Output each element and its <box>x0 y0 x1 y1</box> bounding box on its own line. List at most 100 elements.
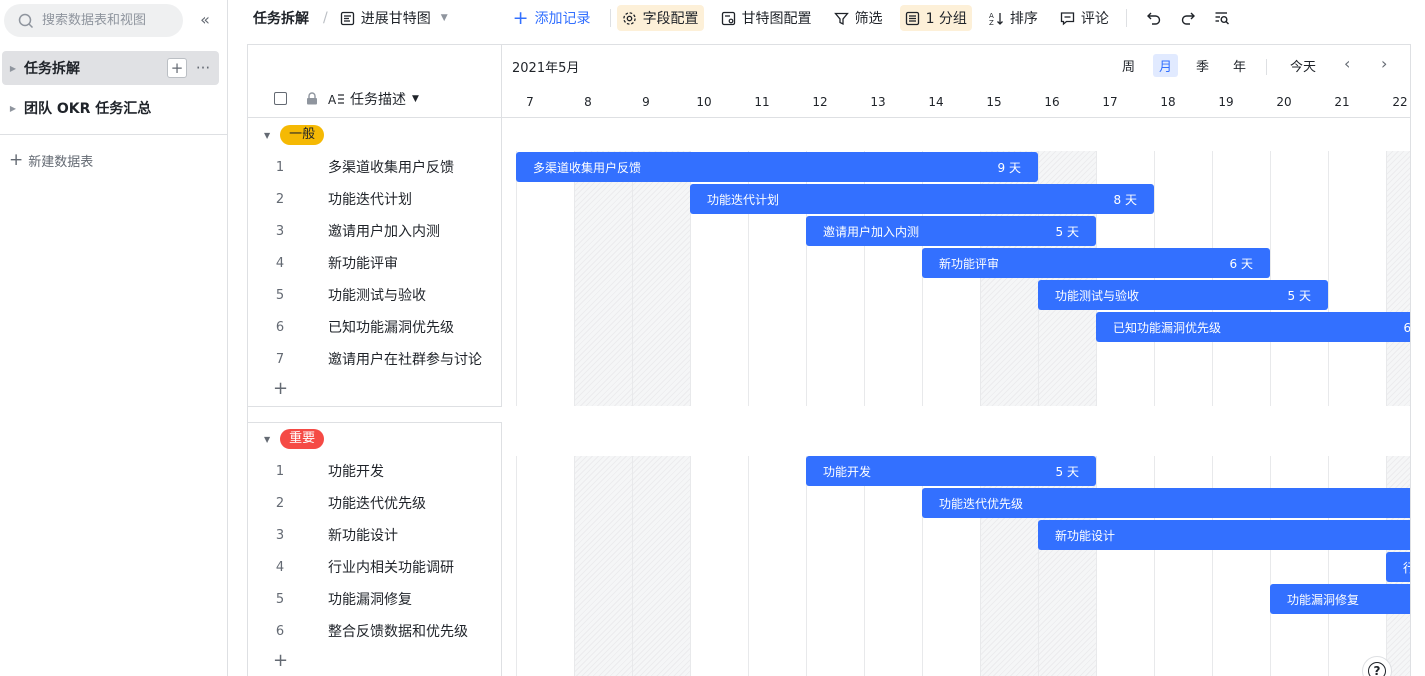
day-column <box>632 118 690 676</box>
search-icon <box>18 13 34 28</box>
redo-icon <box>1181 12 1195 25</box>
table-title: 任务拆解 <box>253 11 309 27</box>
gantt-bar[interactable]: 功能漏洞修复 <box>1270 584 1410 614</box>
day-column <box>574 118 632 676</box>
group-header[interactable]: ▼ 一般 <box>248 119 502 151</box>
caret-down-icon[interactable]: ▼ <box>264 435 270 444</box>
row-number: 7 <box>275 351 285 367</box>
gantt-bar[interactable]: 已知功能漏洞优先级 6 天 <box>1096 312 1411 342</box>
toolbar-divider <box>609 9 611 27</box>
field-config-button[interactable]: 字段配置 <box>616 5 704 31</box>
task-description: 功能迭代计划 <box>328 192 412 208</box>
group-tag: 一般 <box>280 125 325 145</box>
new-table-button[interactable]: + 新建数据表 <box>9 150 93 170</box>
today-button[interactable]: 今天 <box>1290 56 1316 75</box>
sort-icon: AZ <box>989 12 1003 26</box>
day-column <box>516 118 574 676</box>
day-label: 9 <box>642 95 650 109</box>
search-records-button[interactable] <box>1209 5 1235 31</box>
sidebar-item-task-breakdown[interactable]: ▶ 任务拆解 + ··· <box>2 51 219 85</box>
text-field-icon: A <box>328 93 344 106</box>
month-label: 2021年5月 <box>512 61 580 76</box>
table-row[interactable]: 7 邀请用户在社群参与讨论 <box>248 343 502 375</box>
day-label: 21 <box>1334 95 1350 109</box>
bar-label: 行 <box>1403 559 1410 576</box>
day-label: 12 <box>812 95 828 109</box>
task-description: 整合反馈数据和优先级 <box>328 624 468 640</box>
chevron-left-icon[interactable]: ‹ <box>1344 54 1350 73</box>
redo-button[interactable] <box>1175 5 1201 31</box>
help-icon: ? <box>1368 662 1386 676</box>
row-number: 6 <box>275 623 285 639</box>
group-label: 1 分组 <box>925 11 967 27</box>
day-label: 14 <box>928 95 944 109</box>
group-tag: 重要 <box>280 429 325 449</box>
chevron-right-icon[interactable]: ▶ <box>2 104 24 113</box>
sidebar-item-actions: + ··· <box>167 58 213 78</box>
gantt-bar[interactable]: 新功能设计 <box>1038 520 1410 550</box>
table-row[interactable]: 5 功能漏洞修复 <box>248 583 502 615</box>
table-row[interactable]: 4 新功能评审 <box>248 247 502 279</box>
gantt-view: 多渠道收集用户反馈 9 天功能迭代计划 8 天邀请用户加入内测 5 天新功能评审 6 天… <box>247 44 1411 676</box>
view-switcher[interactable]: 进展甘特图 ▼ <box>340 8 448 28</box>
row-number: 1 <box>275 159 285 175</box>
caret-down-icon[interactable]: ▼ <box>412 94 419 104</box>
add-row-button[interactable]: + <box>273 378 288 399</box>
select-all-checkbox[interactable] <box>274 92 287 105</box>
search-box[interactable] <box>4 4 183 37</box>
table-row[interactable]: 4 行业内相关功能调研 <box>248 551 502 583</box>
scale-option[interactable]: 年 <box>1227 54 1252 77</box>
field-config-label: 字段配置 <box>642 11 699 27</box>
bar-duration: 8 天 <box>1113 192 1137 207</box>
table-row[interactable]: 6 已知功能漏洞优先级 <box>248 311 502 343</box>
undo-button[interactable] <box>1141 5 1167 31</box>
more-options-icon[interactable]: ··· <box>193 58 213 78</box>
comment-button[interactable]: 评论 <box>1055 5 1114 31</box>
gantt-bar[interactable]: 行 <box>1386 552 1410 582</box>
table-row[interactable]: 2 功能迭代计划 <box>248 183 502 215</box>
table-row[interactable]: 3 邀请用户加入内测 <box>248 215 502 247</box>
scale-option[interactable]: 季 <box>1190 54 1215 77</box>
add-view-button[interactable]: + <box>167 58 187 78</box>
task-description: 行业内相关功能调研 <box>328 560 454 576</box>
bar-duration: 6 天 <box>1403 320 1411 335</box>
field-header: A 任务描述 ▼ <box>248 45 502 118</box>
gantt-bar[interactable]: 功能测试与验收 5 天 <box>1038 280 1328 310</box>
table-row[interactable]: 3 新功能设计 <box>248 519 502 551</box>
group-separator-band <box>502 406 1410 456</box>
gantt-bar[interactable]: 新功能评审 6 天 <box>922 248 1270 278</box>
gantt-bar[interactable]: 邀请用户加入内测 5 天 <box>806 216 1096 246</box>
add-row-button[interactable]: + <box>273 650 288 671</box>
gantt-config-button[interactable]: 甘特图配置 <box>716 5 817 31</box>
gantt-bar[interactable]: 功能迭代优先级9 <box>922 488 1410 518</box>
chevron-right-icon[interactable]: › <box>1381 54 1387 73</box>
collapse-sidebar-icon[interactable]: « <box>196 11 214 29</box>
caret-down-icon[interactable]: ▼ <box>264 131 270 140</box>
timeline-header: 2021年5月 周月季年 今天 ‹ › 7 8 9 10 11 12 13 14 15 16 17 1… <box>502 45 1410 118</box>
group-button[interactable]: 1 分组 <box>899 5 972 31</box>
scale-option[interactable]: 月 <box>1153 54 1179 77</box>
gantt-bar[interactable]: 功能开发 5 天 <box>806 456 1096 486</box>
group-header[interactable]: ▼ 重要 <box>248 423 502 455</box>
table-row[interactable]: 1 多渠道收集用户反馈 <box>248 151 502 183</box>
day-label: 13 <box>870 95 886 109</box>
table-row[interactable]: 5 功能测试与验收 <box>248 279 502 311</box>
task-description: 功能漏洞修复 <box>328 592 412 608</box>
bar-label: 邀请用户加入内测 <box>823 224 920 239</box>
chevron-right-icon[interactable]: ▶ <box>2 64 24 73</box>
add-record-button[interactable]: + 添加记录 <box>508 5 596 31</box>
day-label: 11 <box>754 95 770 109</box>
filter-button[interactable]: 筛选 <box>829 5 888 31</box>
primary-field-header[interactable]: A 任务描述 ▼ <box>328 89 419 109</box>
sidebar-item-okr-summary[interactable]: ▶ 团队 OKR 任务汇总 <box>2 91 219 125</box>
task-description: 已知功能漏洞优先级 <box>328 320 454 336</box>
table-row[interactable]: 1 功能开发 <box>248 455 502 487</box>
sort-button[interactable]: AZ 排序 <box>984 5 1043 31</box>
scale-option[interactable]: 周 <box>1116 54 1141 77</box>
table-row[interactable]: 2 功能迭代优先级 <box>248 487 502 519</box>
gantt-bar[interactable]: 多渠道收集用户反馈 9 天 <box>516 152 1038 182</box>
table-row[interactable]: 6 整合反馈数据和优先级 <box>248 615 502 647</box>
bar-label: 已知功能漏洞优先级 <box>1113 320 1222 335</box>
gantt-bar[interactable]: 功能迭代计划 8 天 <box>690 184 1154 214</box>
search-input[interactable] <box>42 13 172 28</box>
